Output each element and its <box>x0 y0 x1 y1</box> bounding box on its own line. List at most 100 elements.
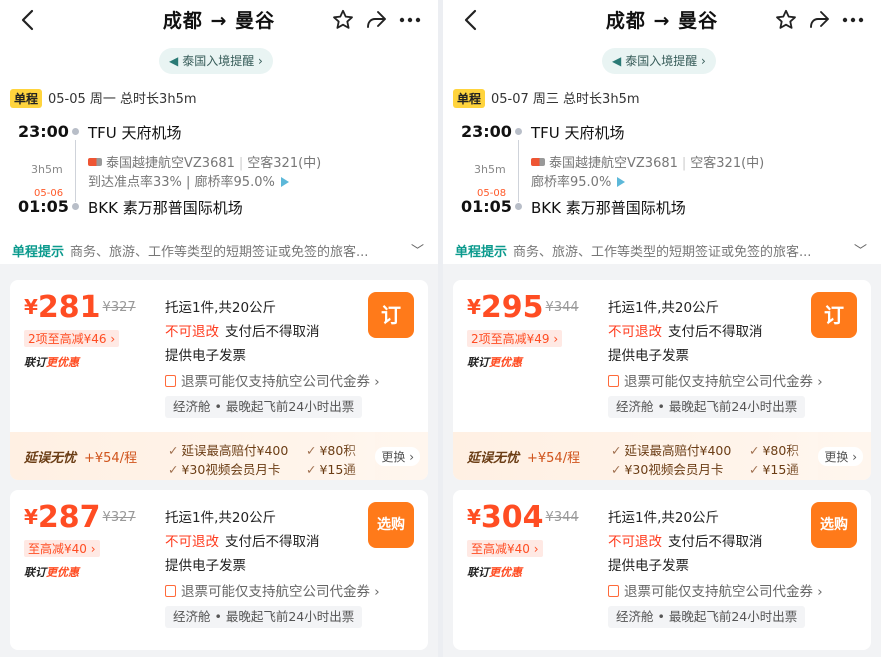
select-buy-button[interactable]: 选购 <box>368 502 414 548</box>
fare-card-2[interactable]: ¥304 ¥344 至高减¥40 › 联订更优惠 托运1件,共20公斤 不可退改支… <box>453 490 871 650</box>
refund-policy: 不可退改 支付后不得取消 <box>165 320 320 340</box>
header: 成都 → 曼谷 <box>0 0 438 40</box>
fare-price-value: 281 <box>37 290 101 325</box>
original-price: ¥327 <box>102 300 136 315</box>
baggage-info: 托运1件,共20公斤 <box>608 510 720 526</box>
share-icon[interactable] <box>364 8 388 32</box>
insurance-price: +¥54/程 <box>84 451 138 466</box>
original-price: ¥344 <box>545 510 579 525</box>
currency-symbol: ¥ <box>467 295 481 319</box>
departure-airport: TFU 天府机场 <box>88 124 182 142</box>
delay-insurance-row[interactable]: 延误无忧 +¥54/程 延误最高赔付¥400 ¥80积 ¥30视频会员月卡 ¥1… <box>453 432 871 480</box>
refund-voucher-link[interactable]: 退票可能仅支持航空公司代金券 › <box>608 580 823 600</box>
book-button[interactable]: 订 <box>811 292 857 338</box>
refund-voucher-link[interactable]: 退票可能仅支持航空公司代金券 › <box>608 370 823 390</box>
route-line <box>75 140 76 202</box>
play-triangle-icon[interactable] <box>280 177 289 187</box>
trip-info: 05-07 周三 总时长3h5m <box>491 92 640 107</box>
favorite-star-icon[interactable] <box>331 8 355 32</box>
arrival-airport: BKK 素万那普国际机场 <box>88 199 243 217</box>
baggage-info: 托运1件,共20公斤 <box>608 300 720 316</box>
flight-stats-text: 到达准点率33% | 廊桥率95.0% <box>88 175 275 190</box>
arrival-dot <box>72 203 79 210</box>
flight-stats-text: 廊桥率95.0% <box>531 175 612 190</box>
cabin-tag: 经济舱 • 最晚起飞前24小时出票 <box>165 396 363 418</box>
fare-price-value: 287 <box>37 500 101 535</box>
chevron-down-icon[interactable]: ﹀ <box>854 240 867 259</box>
fare-price: ¥295 ¥344 <box>467 290 579 325</box>
discount-badge[interactable]: 至高减¥40 › <box>467 540 543 557</box>
fare-price-value: 304 <box>480 500 544 535</box>
departure-dot <box>515 128 522 135</box>
fare-card-1[interactable]: ¥281 ¥327 2项至高减¥46 › 联订更优惠 托运1件,共20公斤 不可退… <box>10 280 428 480</box>
fare-price: ¥304 ¥344 <box>467 500 579 535</box>
share-icon[interactable] <box>807 8 831 32</box>
refund-policy: 不可退改 支付后不得取消 <box>608 530 763 550</box>
departure-time: 23:00 <box>461 122 512 141</box>
insurance-price: +¥54/程 <box>527 451 581 466</box>
trip-tip[interactable]: 单程提示 商务、旅游、工作等类型的短期签证或免签的旅客... ﹀ <box>12 241 424 260</box>
no-refund-text: 不可退改 <box>165 534 219 550</box>
insurance-benefit: ¥30视频会员月卡 <box>168 459 280 478</box>
chevron-down-icon[interactable]: ﹀ <box>411 240 424 259</box>
entry-notice-pill[interactable]: ◀ 泰国入境提醒 › <box>159 48 273 74</box>
trip-info: 05-05 周一 总时长3h5m <box>48 92 197 107</box>
combo-offer: 联订更优惠 <box>24 564 79 580</box>
invoice-info: 提供电子发票 <box>165 348 246 364</box>
book-button[interactable]: 订 <box>368 292 414 338</box>
megaphone-icon: ◀ <box>612 54 622 68</box>
entry-notice-text: 泰国入境提醒 › <box>625 54 706 68</box>
favorite-star-icon[interactable] <box>774 8 798 32</box>
trip-summary: 单程 05-05 周一 总时长3h5m <box>10 88 197 108</box>
cabin-tag: 经济舱 • 最晚起飞前24小时出票 <box>608 606 806 628</box>
cabin-tag: 经济舱 • 最晚起飞前24小时出票 <box>165 606 363 628</box>
airline-separator: | <box>681 156 687 171</box>
insurance-benefit: ¥30视频会员月卡 <box>611 459 723 478</box>
no-cancel-text: 支付后不得取消 <box>668 534 763 550</box>
refund-voucher-text: 退票可能仅支持航空公司代金券 › <box>624 584 823 600</box>
combo-label-b: 更优惠 <box>46 566 79 579</box>
refund-voucher-link[interactable]: 退票可能仅支持航空公司代金券 › <box>165 370 380 390</box>
document-icon <box>165 585 176 597</box>
insurance-benefit: 延误最高赔付¥400 <box>611 440 731 459</box>
play-triangle-icon[interactable] <box>617 177 626 187</box>
fare-card-2[interactable]: ¥287 ¥327 至高减¥40 › 联订更优惠 托运1件,共20公斤 不可退改支… <box>10 490 428 650</box>
no-refund-text: 不可退改 <box>165 324 219 340</box>
invoice-info: 提供电子发票 <box>608 558 689 574</box>
discount-badge[interactable]: 2项至高减¥46 › <box>24 330 120 347</box>
airline-info: 泰国越捷航空VZ3681 | 空客321(中) <box>531 152 764 171</box>
refund-voucher-link[interactable]: 退票可能仅支持航空公司代金券 › <box>165 580 380 600</box>
airline-flight: 泰国越捷航空VZ3681 <box>549 156 678 171</box>
no-cancel-text: 支付后不得取消 <box>668 324 763 340</box>
trip-type-tag: 单程 <box>10 89 43 108</box>
delay-insurance-row[interactable]: 延误无忧 +¥54/程 延误最高赔付¥400 ¥80积 ¥30视频会员月卡 ¥1… <box>10 432 428 480</box>
combo-label-a: 联订 <box>24 566 46 579</box>
no-cancel-text: 支付后不得取消 <box>225 324 320 340</box>
airline-info: 泰国越捷航空VZ3681 | 空客321(中) <box>88 152 321 171</box>
route-line <box>518 140 519 202</box>
change-button[interactable]: 更换 › <box>818 447 863 466</box>
trip-type-tag: 单程 <box>453 89 486 108</box>
cabin-tag: 经济舱 • 最晚起飞前24小时出票 <box>608 396 806 418</box>
no-cancel-text: 支付后不得取消 <box>225 534 320 550</box>
combo-offer: 联订更优惠 <box>24 354 79 370</box>
discount-badge[interactable]: 至高减¥40 › <box>24 540 100 557</box>
original-price: ¥344 <box>545 300 579 315</box>
fare-card-1[interactable]: ¥295 ¥344 2项至高减¥49 › 联订更优惠 托运1件,共20公斤 不可退… <box>453 280 871 480</box>
discount-badge[interactable]: 2项至高减¥49 › <box>467 330 563 347</box>
arrival-dot <box>515 203 522 210</box>
refund-voucher-text: 退票可能仅支持航空公司代金券 › <box>181 374 380 390</box>
flight-duration: 3h5m <box>31 163 63 176</box>
select-buy-button[interactable]: 选购 <box>811 502 857 548</box>
more-options-icon[interactable] <box>841 8 865 32</box>
arrival-airport: BKK 素万那普国际机场 <box>531 199 686 217</box>
more-options-icon[interactable] <box>398 8 422 32</box>
flight-detail-panel-1: 成都 → 曼谷 ◀ 泰国入境提醒 › 单程 05-05 周一 总时长3h5m 23:… <box>0 0 438 657</box>
megaphone-icon: ◀ <box>169 54 179 68</box>
change-button[interactable]: 更换 › <box>375 447 420 466</box>
entry-notice-pill[interactable]: ◀ 泰国入境提醒 › <box>602 48 716 74</box>
refund-policy: 不可退改 支付后不得取消 <box>608 320 763 340</box>
airline-logo-icon <box>531 158 545 166</box>
flight-duration: 3h5m <box>474 163 506 176</box>
trip-tip[interactable]: 单程提示 商务、旅游、工作等类型的短期签证或免签的旅客... ﹀ <box>455 241 867 260</box>
